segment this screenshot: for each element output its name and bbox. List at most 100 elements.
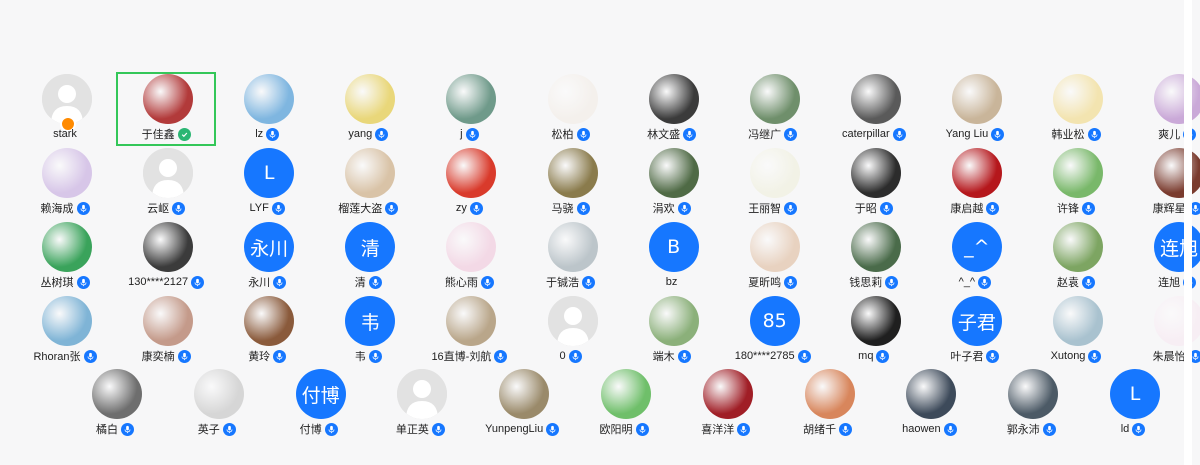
participant-tile[interactable]: 于昭	[824, 146, 924, 220]
participant-tile[interactable]: j	[419, 72, 519, 146]
avatar-photo	[499, 369, 550, 419]
participant-tile[interactable]: 端木	[622, 294, 722, 368]
participant-name: 松柏	[551, 129, 574, 141]
participant-tile[interactable]: 橘白	[65, 367, 165, 441]
participant-tile[interactable]: 马骁	[521, 146, 621, 220]
participant-name: 胡绪千	[803, 424, 837, 436]
scrollbar-track[interactable]	[1184, 0, 1192, 465]
participant-tile[interactable]: 付博 付博	[269, 367, 369, 441]
mic-icon	[978, 275, 992, 289]
participant-tile[interactable]: 丛树琪	[15, 220, 115, 294]
participant-name: bz	[665, 276, 678, 288]
participant-tile[interactable]: haowen	[879, 367, 979, 441]
participant-tile[interactable]: 康启越	[925, 146, 1025, 220]
participant-tile[interactable]: 松柏	[521, 72, 621, 146]
participant-name: 端木	[652, 351, 675, 363]
participant-name: 于铖浩	[546, 277, 579, 289]
mic-icon	[1082, 201, 1095, 215]
participant-tile[interactable]: 康奕楠	[116, 294, 216, 368]
participant-name: mq	[858, 350, 874, 362]
avatar-photo	[143, 296, 194, 346]
participant-tile[interactable]: L LYF	[217, 146, 317, 220]
avatar-photo	[345, 148, 396, 198]
avatar-photo	[1053, 222, 1103, 272]
participant-tile[interactable]: 黄玲	[217, 294, 317, 368]
mic-icon	[677, 201, 691, 215]
participant-tile[interactable]: 胡绪千	[778, 367, 878, 441]
participant-tile[interactable]: 清清	[318, 220, 418, 294]
participant-tile[interactable]: 喜洋洋	[676, 367, 776, 441]
participant-tile[interactable]: 英子	[167, 367, 267, 441]
participant-tile[interactable]: 单正英	[370, 367, 470, 441]
participant-name: 丛树琪	[40, 277, 74, 289]
participant-tile[interactable]: 许锋	[1026, 146, 1126, 220]
participant-tile[interactable]: mq	[824, 294, 924, 368]
avatar-photo	[601, 369, 651, 419]
avatar: L	[244, 148, 295, 198]
participant-tile[interactable]: YunpengLiu	[472, 367, 572, 441]
participant-tile[interactable]: 赖海成	[15, 146, 115, 220]
participant-tile[interactable]: 钱思莉	[824, 220, 924, 294]
participant-name: j	[460, 128, 463, 140]
participant-tile[interactable]: _^ ^_^	[925, 220, 1025, 294]
participant-tile[interactable]: 郭永沛	[981, 367, 1081, 441]
participant-name: 郭永沛	[1006, 424, 1040, 436]
participant-name: 涓欢	[652, 203, 675, 215]
avatar-photo	[850, 148, 901, 198]
participant-tile[interactable]: 130****2127	[116, 220, 216, 294]
avatar-photo	[244, 74, 295, 124]
participant-tile[interactable]: 子君 叶子君	[925, 294, 1025, 368]
participant-tile[interactable]: 于铖浩	[521, 220, 621, 294]
participant-tile[interactable]: 韦韦	[318, 294, 418, 368]
participant-tile[interactable]: Yang Liu	[925, 72, 1025, 146]
participant-name: 云岖	[147, 203, 170, 215]
participant-tile[interactable]: Rhoran张	[15, 294, 115, 368]
participant-tile[interactable]: 85 180****2785	[723, 294, 823, 368]
mic-icon	[121, 422, 134, 436]
participant-tile[interactable]: 16直博-刘航	[419, 294, 519, 368]
participant-name: yang	[348, 128, 373, 140]
avatar: B	[648, 222, 699, 272]
mic-icon	[1042, 422, 1056, 436]
participant-name: lz	[255, 128, 264, 140]
participant-tile[interactable]: 王丽智	[723, 146, 823, 220]
participant-tile[interactable]: 涓欢	[622, 146, 722, 220]
participant-name: 130****2127	[128, 276, 189, 288]
participant-tile[interactable]: Xutong	[1026, 294, 1126, 368]
participant-tile[interactable]: 赵袁	[1026, 220, 1126, 294]
participant-name: 夏昕鸣	[748, 277, 782, 289]
participant-tile[interactable]: 于佳鑫	[116, 72, 217, 146]
participant-tile[interactable]: Lld	[1083, 367, 1183, 441]
mic-icon	[368, 349, 382, 363]
participant-name: 朱晨怡	[1152, 351, 1186, 363]
participant-tile[interactable]: zy	[419, 146, 519, 220]
participant-tile[interactable]: 榴莲大盗	[318, 146, 418, 220]
participant-tile[interactable]: Bbz	[622, 220, 722, 294]
mic-icon	[568, 349, 582, 363]
participant-tile[interactable]: 熊心雨	[419, 220, 519, 294]
participant-tile[interactable]: 夏昕鸣	[723, 220, 823, 294]
participant-tile[interactable]: 韩业松	[1026, 72, 1126, 146]
participant-name: 付博	[299, 424, 322, 436]
participant-tile[interactable]: 云岖	[116, 146, 216, 220]
participant-tile[interactable]: yang	[318, 72, 418, 146]
participant-tile[interactable]: stark	[15, 72, 115, 146]
mic-icon	[172, 201, 186, 215]
participant-tile[interactable]: lz	[217, 72, 317, 146]
participant-tile[interactable]: 冯继广	[723, 72, 823, 146]
mic-icon	[375, 127, 389, 141]
participant-tile[interactable]: 欧阳明	[574, 367, 674, 441]
participant-tile[interactable]: 0	[521, 294, 621, 368]
participant-tile[interactable]: 永川 永川	[217, 220, 317, 294]
avatar-photo	[951, 148, 1002, 198]
mic-icon	[191, 275, 205, 289]
participant-name: 清	[354, 277, 366, 289]
participant-tile[interactable]: caterpillar	[824, 72, 924, 146]
mic-icon	[892, 127, 906, 141]
avatar: 连旭	[1154, 222, 1200, 272]
mic-icon	[797, 349, 811, 363]
mic-icon	[839, 422, 853, 436]
participant-tile[interactable]: 林文盛	[622, 72, 722, 146]
avatar-photo	[446, 148, 497, 198]
avatar-photo	[345, 74, 396, 124]
